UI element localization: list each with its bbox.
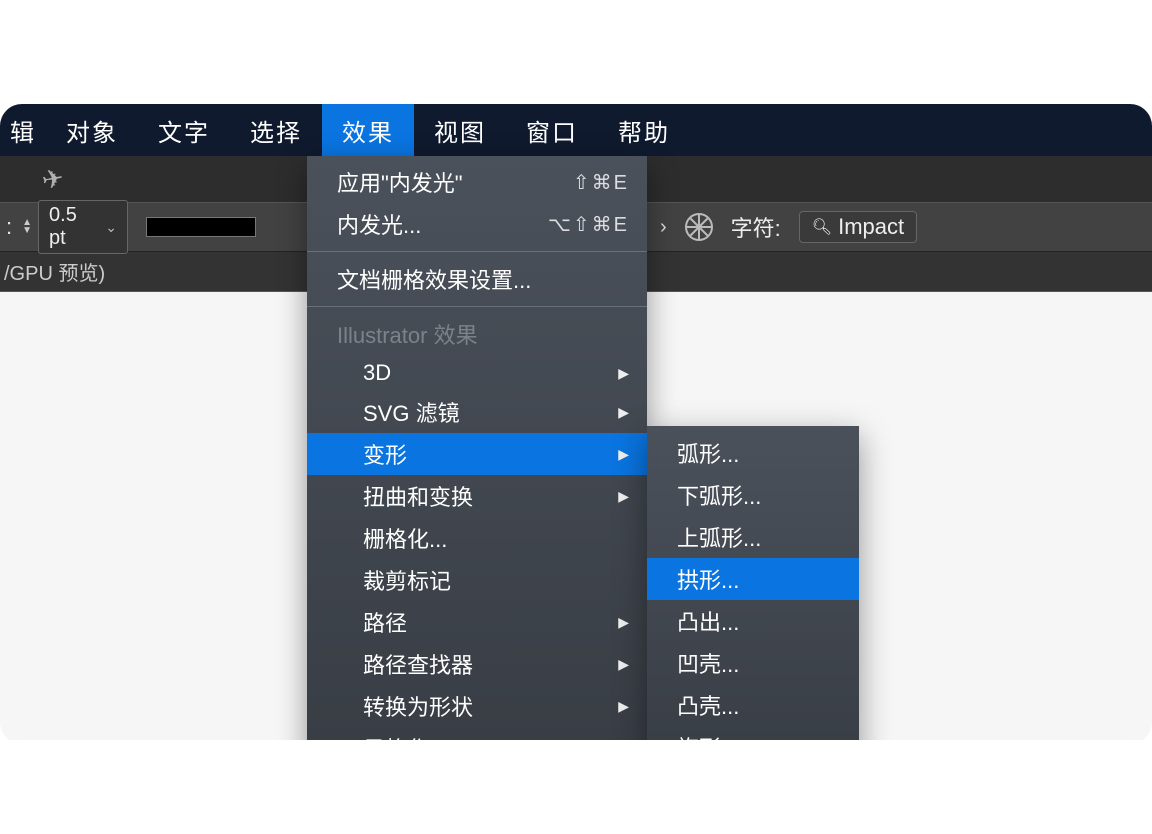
menu-label: 下弧形... (677, 479, 841, 511)
font-value: Impact (838, 214, 904, 240)
menu-label: 效果 (342, 113, 394, 148)
submenu-arrow-icon: ▶ (618, 656, 629, 673)
submenu-arrow-icon: ▶ (618, 698, 629, 715)
menu-apply-last-effect[interactable]: 应用"内发光" ⇧⌘E (307, 156, 647, 203)
menu-pathfinder[interactable]: 路径查找器 ▶ (307, 643, 647, 685)
menu-label: SVG 滤镜 (363, 396, 618, 428)
warp-arc[interactable]: 弧形... (647, 432, 859, 474)
menu-label: 3D (363, 360, 618, 386)
menu-label: 上弧形... (677, 521, 841, 553)
menu-label: 对象 (66, 113, 118, 148)
menu-item-object[interactable]: 对象 (46, 104, 138, 156)
menu-item-edit-fragment[interactable]: 辑 (0, 104, 46, 156)
app-window: 辑 对象 文字 选择 效果 视图 窗口 帮助 ✈ : ▲ ▼ (0, 104, 1152, 744)
control-right-cluster: › 字符: 🔍︎ Impact (660, 211, 917, 243)
warp-bulge[interactable]: 凸出... (647, 600, 859, 642)
bottom-crop-edge (0, 740, 1152, 744)
menu-label: 凸出... (677, 605, 841, 637)
menu-label: 弧形... (677, 437, 841, 469)
menu-label: 视图 (434, 113, 486, 148)
menu-label: 路径查找器 (363, 648, 618, 680)
submenu-arrow-icon: ▶ (618, 446, 629, 463)
shortcut-text: ⇧⌘E (573, 170, 629, 195)
menu-item-window[interactable]: 窗口 (506, 104, 598, 156)
submenu-arrow-icon: ▶ (618, 488, 629, 505)
menu-label: 裁剪标记 (363, 564, 629, 596)
stroke-value: 0.5 pt (49, 204, 93, 250)
warp-submenu: 弧形... 下弧形... 上弧形... 拱形... 凸出... 凹壳... 凸壳… (647, 426, 859, 744)
chevron-down-icon[interactable]: ▼ (22, 227, 32, 235)
menu-label: 转换为形状 (363, 690, 618, 722)
menu-distort-transform[interactable]: 扭曲和变换 ▶ (307, 475, 647, 517)
menu-label: 拱形... (677, 563, 841, 595)
menu-3d[interactable]: 3D ▶ (307, 355, 647, 391)
stroke-stepper[interactable]: ▲ ▼ (22, 219, 32, 235)
stroke-style-swatch[interactable] (146, 217, 256, 237)
effects-dropdown: 应用"内发光" ⇧⌘E 内发光... ⌥⇧⌘E 文档栅格效果设置... Illu… (307, 156, 647, 744)
menu-warp[interactable]: 变形 ▶ (307, 433, 647, 475)
font-label: 字符: (731, 211, 781, 243)
warp-arch[interactable]: 拱形... (647, 558, 859, 600)
menu-last-effect-settings[interactable]: 内发光... ⌥⇧⌘E (307, 203, 647, 245)
color-wheel-icon[interactable] (685, 213, 713, 241)
chevron-right-icon[interactable]: › (660, 216, 667, 239)
tab-label: /GPU 预览) (4, 263, 105, 285)
menu-crop-marks[interactable]: 裁剪标记 (307, 559, 647, 601)
menu-label: 文字 (158, 113, 210, 148)
submenu-arrow-icon: ▶ (618, 404, 629, 421)
menu-convert-to-shape[interactable]: 转换为形状 ▶ (307, 685, 647, 727)
document-tab[interactable]: /GPU 预览) (0, 257, 105, 286)
menu-label: 选择 (250, 113, 302, 148)
rocket-icon[interactable]: ✈ (39, 162, 66, 196)
separator-colon: : (6, 214, 12, 240)
menu-separator (307, 251, 647, 252)
menu-item-help[interactable]: 帮助 (598, 104, 690, 156)
menu-separator (307, 306, 647, 307)
chevron-down-icon[interactable]: ⌄ (105, 219, 117, 236)
menu-label: 路径 (363, 606, 618, 638)
menu-label: 帮助 (618, 113, 670, 148)
submenu-arrow-icon: ▶ (618, 614, 629, 631)
warp-shell-lower[interactable]: 凹壳... (647, 642, 859, 684)
menu-label: 窗口 (526, 113, 578, 148)
menu-section-header-illustrator: Illustrator 效果 (307, 313, 647, 355)
menu-label: 凸壳... (677, 689, 841, 721)
menu-item-view[interactable]: 视图 (414, 104, 506, 156)
menu-label: 应用"内发光" (337, 166, 573, 198)
menu-label: 内发光... (337, 208, 548, 240)
section-header-label: Illustrator 效果 (337, 318, 629, 350)
warp-arc-upper[interactable]: 上弧形... (647, 516, 859, 558)
menu-rasterize[interactable]: 栅格化... (307, 517, 647, 559)
warp-arc-lower[interactable]: 下弧形... (647, 474, 859, 516)
menu-item-select[interactable]: 选择 (230, 104, 322, 156)
menu-label: 栅格化... (363, 522, 629, 554)
font-search-input[interactable]: 🔍︎ Impact (799, 211, 917, 243)
menu-item-type[interactable]: 文字 (138, 104, 230, 156)
menu-svg-filters[interactable]: SVG 滤镜 ▶ (307, 391, 647, 433)
search-icon: 🔍︎ (812, 217, 832, 237)
menu-label: 扭曲和变换 (363, 480, 618, 512)
menu-label: 凹壳... (677, 647, 841, 679)
submenu-arrow-icon: ▶ (618, 365, 629, 382)
menu-label: 文档栅格效果设置... (337, 263, 629, 295)
shortcut-text: ⌥⇧⌘E (548, 212, 629, 237)
menu-label: 变形 (363, 438, 618, 470)
menu-item-effect[interactable]: 效果 (322, 104, 414, 156)
stroke-weight-input[interactable]: 0.5 pt ⌄ (38, 200, 128, 254)
menu-label: 辑 (10, 113, 36, 148)
menu-document-raster-settings[interactable]: 文档栅格效果设置... (307, 258, 647, 300)
warp-shell-upper[interactable]: 凸壳... (647, 684, 859, 726)
menubar: 辑 对象 文字 选择 效果 视图 窗口 帮助 (0, 104, 1152, 156)
menu-path[interactable]: 路径 ▶ (307, 601, 647, 643)
